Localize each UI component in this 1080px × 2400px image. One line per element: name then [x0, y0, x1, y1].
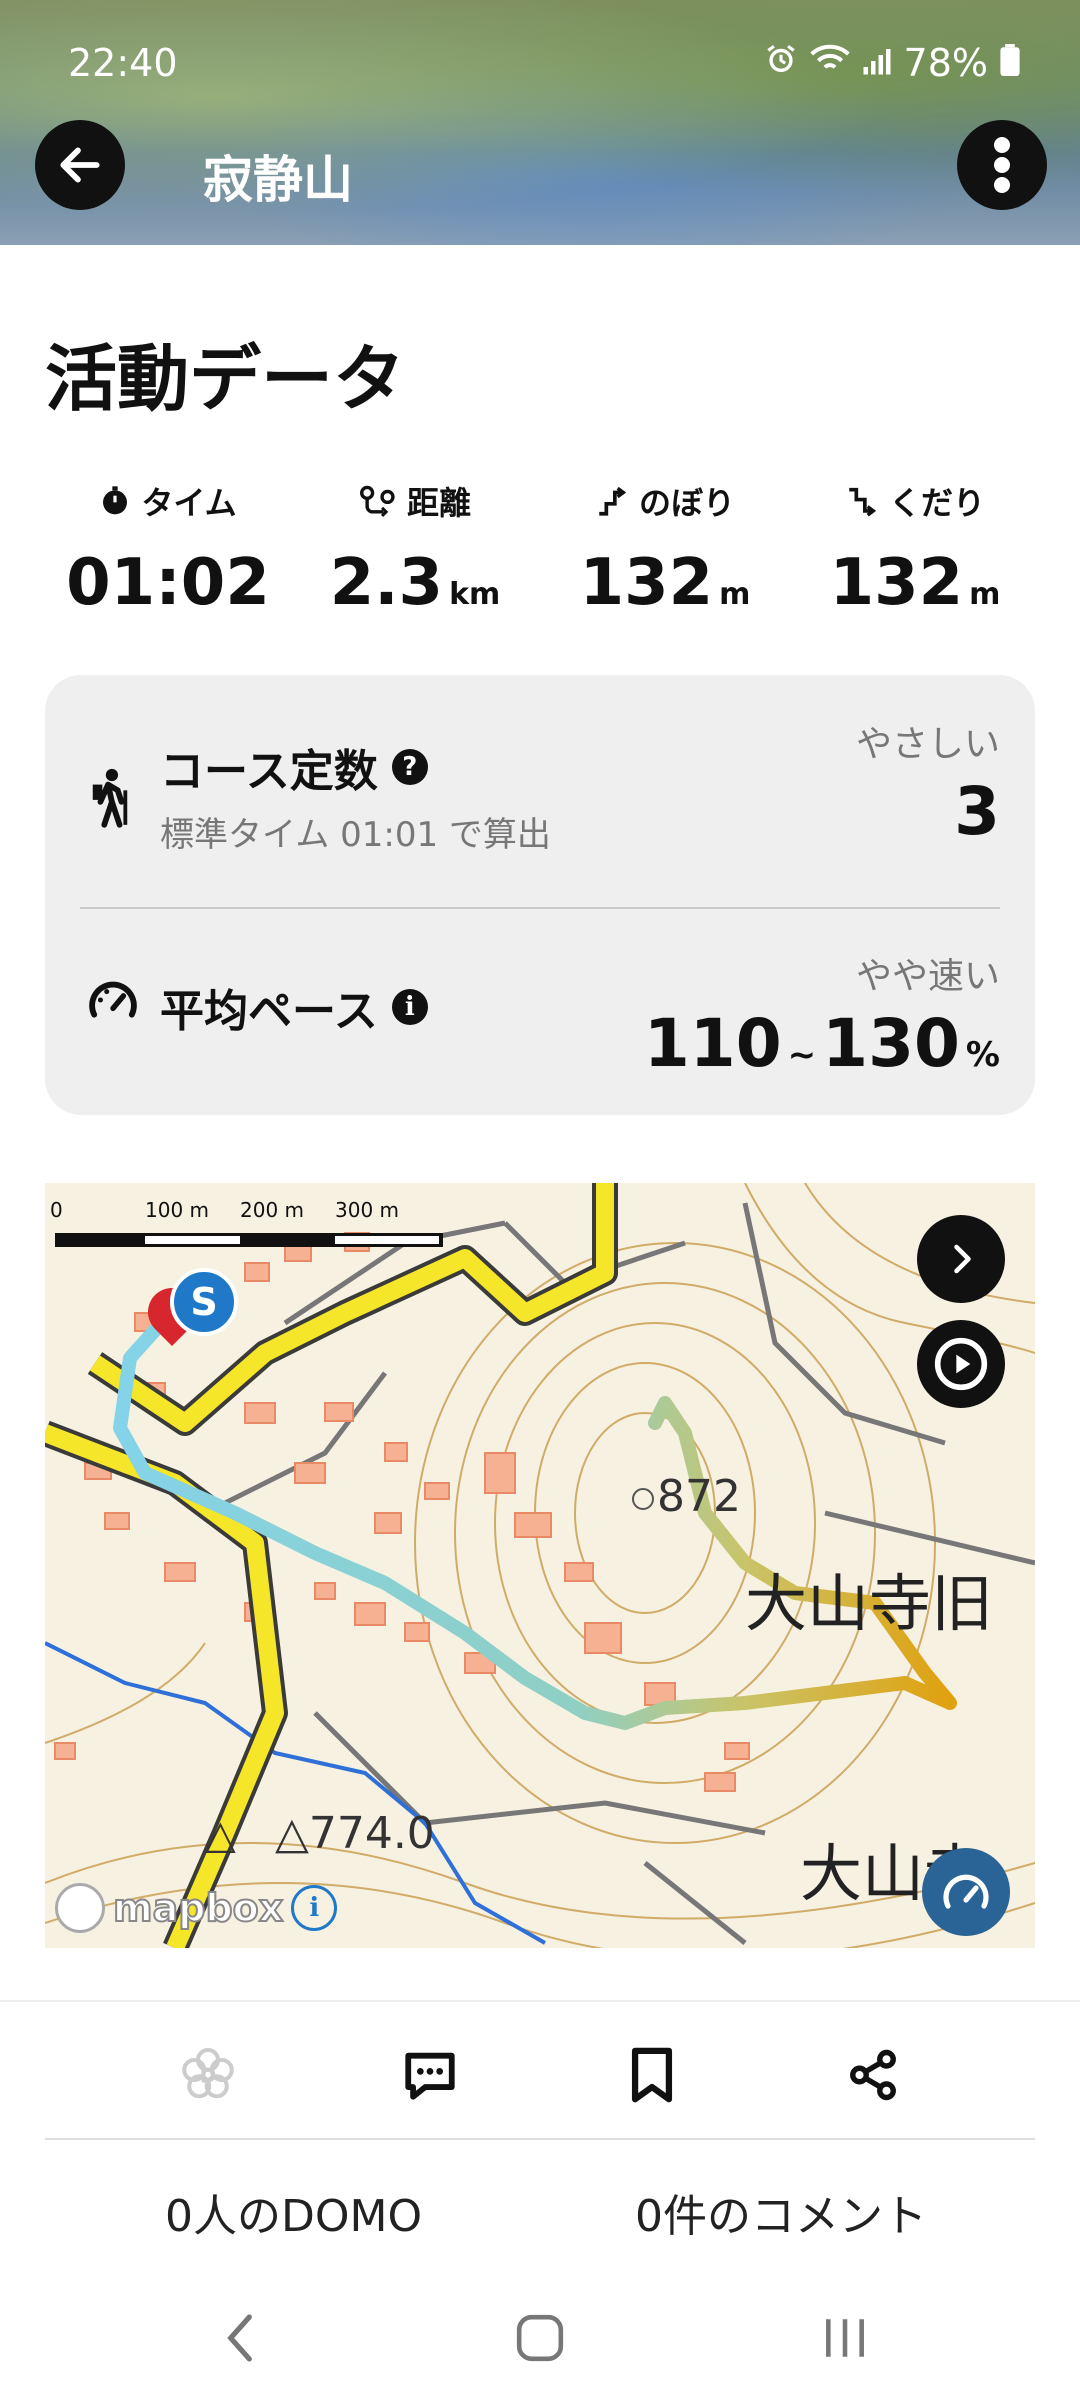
course-constant-value: 3 — [954, 773, 1000, 850]
scale-label: 100 m — [145, 1198, 210, 1222]
start-marker[interactable]: S — [138, 1268, 240, 1346]
alarm-icon — [764, 41, 798, 85]
stopwatch-icon — [103, 486, 128, 515]
nav-recents-icon[interactable] — [820, 2313, 870, 2363]
svg-text:△: △ — [205, 1812, 236, 1858]
stat-value: 01:02 — [66, 546, 270, 620]
pace-unit: % — [965, 1035, 1000, 1075]
stat-label: のぼり — [638, 484, 735, 522]
mapbox-attribution[interactable]: mapbox i — [55, 1883, 338, 1933]
stat-label: タイム — [141, 484, 237, 522]
start-badge: S — [170, 1268, 238, 1336]
stat-unit: m — [719, 577, 751, 612]
speedometer-icon — [89, 981, 137, 1018]
stat-unit: km — [449, 577, 501, 612]
signal-icon — [862, 41, 892, 85]
status-time: 22:40 — [68, 41, 178, 85]
distance-icon — [360, 485, 395, 517]
pace-map-button[interactable] — [922, 1848, 1010, 1936]
elevation-point-label: △774.0 — [275, 1808, 435, 1859]
pace-speed-label: やや速い — [855, 956, 1000, 997]
system-nav-bar — [0, 2280, 1080, 2400]
temple-label: 大山寺旧 — [745, 1567, 994, 1640]
status-bar: 22:40 78% — [68, 38, 1020, 88]
card-divider — [80, 907, 1000, 909]
pace-max: 130 — [822, 1005, 960, 1082]
more-vert-icon — [994, 137, 1010, 193]
map-scale-bar — [55, 1233, 443, 1247]
section-title: 活動データ — [45, 337, 406, 421]
pace-sep: ~ — [787, 1035, 817, 1075]
scale-label: 0 — [50, 1198, 63, 1222]
pace-range: 110 ~130% — [644, 1005, 1000, 1082]
bookmark-icon — [631, 2047, 673, 2103]
stat-time: タイム 01:02 — [48, 478, 288, 620]
domo-count-link[interactable]: 0人のDOMO — [165, 2180, 422, 2244]
svg-text:D: D — [200, 2064, 217, 2088]
comment-button[interactable] — [395, 2040, 465, 2110]
course-title-text: コース定数 — [160, 746, 378, 797]
pace-title-text: 平均ペース — [160, 986, 378, 1037]
info-icon[interactable]: i — [391, 989, 428, 1025]
hiker-icon — [92, 768, 128, 828]
stat-label: くだり — [888, 484, 985, 522]
mapbox-logo-icon — [55, 1883, 105, 1933]
back-button[interactable] — [35, 120, 125, 210]
comment-count-link[interactable]: 0件のコメント — [635, 2180, 927, 2244]
wifi-icon — [809, 41, 850, 85]
header-photo: 22:40 78% 寂静山 — [0, 0, 1080, 245]
action-bar — [0, 2000, 1080, 2142]
play-replay-button[interactable] — [917, 1320, 1005, 1408]
chevron-right-icon — [954, 1244, 971, 1274]
stat-unit: m — [969, 577, 1001, 612]
action-divider — [45, 2138, 1035, 2140]
scale-label: 300 m — [335, 1198, 400, 1222]
page-title: 寂静山 — [203, 151, 353, 209]
pace-min: 110 — [643, 1005, 782, 1082]
ascent-icon — [599, 486, 627, 516]
descent-icon — [849, 487, 877, 517]
stat-distance: 距離 2.3 km — [295, 478, 535, 620]
arrow-left-icon — [60, 147, 100, 183]
battery-icon — [1000, 41, 1020, 85]
next-button[interactable] — [917, 1215, 1005, 1303]
comment-icon — [405, 2052, 455, 2100]
course-difficulty: やさしい — [855, 724, 1000, 765]
stat-descent: くだり 132 m — [795, 478, 1035, 620]
summit-elevation-label: 872 — [657, 1471, 741, 1522]
route-map[interactable]: △ 0 100 m 200 m 300 m S 872 大山寺旧 △774.0 … — [45, 1183, 1035, 1948]
share-icon — [850, 2049, 896, 2101]
play-circle-icon — [934, 1337, 988, 1391]
speedometer-icon — [943, 1874, 989, 1909]
scale-label: 200 m — [240, 1198, 305, 1222]
stat-ascent: のぼり 132 m — [545, 478, 785, 620]
nav-back-icon[interactable] — [222, 2310, 258, 2366]
domo-flower-icon: D — [182, 2048, 234, 2099]
share-button[interactable] — [838, 2040, 908, 2110]
more-options-button[interactable] — [957, 120, 1047, 210]
nav-home-icon[interactable] — [515, 2313, 565, 2363]
scale-labels: 0 100 m 200 m 300 m — [50, 1198, 450, 1222]
course-subtitle: 標準タイム 01:01 で算出 — [160, 815, 551, 855]
stat-value: 132 — [579, 546, 714, 620]
domo-button[interactable]: D — [173, 2040, 243, 2110]
info-icon[interactable]: i — [291, 1885, 338, 1931]
pace-title: 平均ペース i — [160, 975, 428, 1039]
course-constant-title: コース定数 ? — [160, 735, 428, 799]
bookmark-button[interactable] — [617, 2040, 687, 2110]
stat-value: 132 — [829, 546, 964, 620]
mapbox-wordmark: mapbox — [112, 1885, 284, 1931]
stat-value: 2.3 — [329, 546, 444, 620]
battery-percent: 78% — [903, 41, 988, 85]
course-pace-card: コース定数 ? 標準タイム 01:01 で算出 やさしい 3 平均ペース i や… — [45, 675, 1035, 1115]
help-icon[interactable]: ? — [391, 749, 428, 785]
stat-label: 距離 — [406, 484, 471, 522]
